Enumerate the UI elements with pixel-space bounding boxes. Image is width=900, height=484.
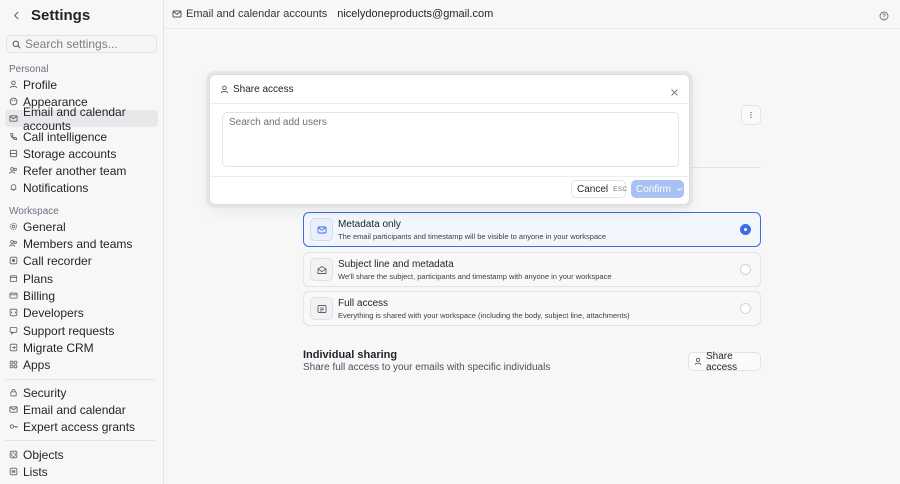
modal-footer-divider (210, 176, 689, 177)
cancel-button[interactable]: Cancel ESC (571, 180, 628, 198)
modal-overlay[interactable] (0, 0, 900, 484)
enter-key-icon: ↵ (677, 184, 684, 194)
confirm-button[interactable]: Confirm ↵ (631, 180, 684, 198)
cancel-button-label: Cancel (577, 183, 609, 195)
esc-shortcut-hint: ESC (613, 185, 628, 193)
modal-title: Share access (233, 83, 294, 95)
user-icon (220, 85, 229, 93)
confirm-button-label: Confirm (636, 183, 672, 195)
search-users-input[interactable]: Search and add users (222, 112, 679, 167)
search-users-placeholder: Search and add users (229, 117, 327, 128)
close-icon[interactable] (670, 85, 679, 96)
modal-header: Share access (210, 75, 689, 104)
